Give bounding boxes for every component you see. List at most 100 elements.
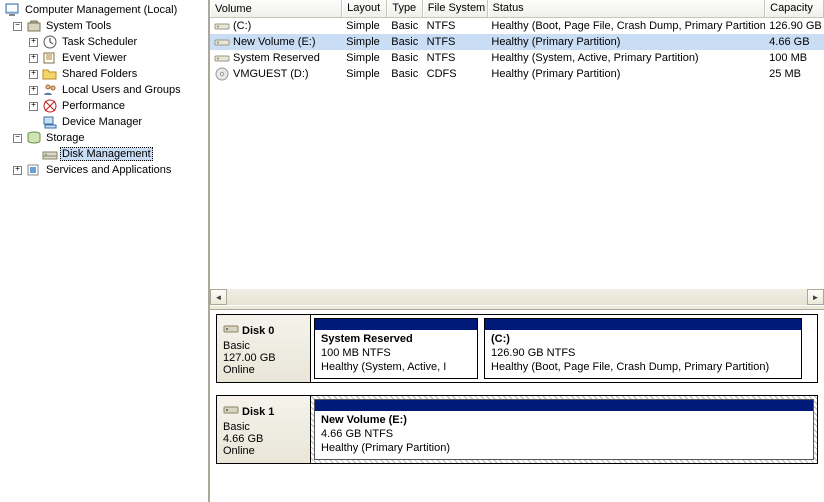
disk-icon [223, 402, 239, 421]
drive-icon [214, 50, 230, 66]
col-header-capacity[interactable]: Capacity [765, 0, 824, 17]
volume-capacity: 25 MB [765, 67, 824, 81]
partition-size: 126.90 GB NTFS [491, 346, 795, 360]
volume-name: New Volume (E:) [233, 36, 316, 48]
partition-color-bar [485, 319, 801, 330]
volume-status: Healthy (System, Active, Primary Partiti… [487, 51, 765, 65]
collapse-icon[interactable]: − [13, 134, 22, 143]
disk-block[interactable]: Disk 0 Basic127.00 GBOnline System Reserve… [216, 314, 818, 383]
volume-name: VMGUEST (D:) [233, 68, 309, 80]
tree-item-systools[interactable]: − System Tools [0, 18, 208, 34]
disk-mgmt-icon [42, 146, 58, 162]
users-icon [42, 82, 58, 98]
volume-capacity: 4.66 GB [765, 35, 824, 49]
device-icon [42, 114, 58, 130]
disk-status: Online [223, 445, 304, 457]
volume-capacity: 126.90 GB [765, 19, 824, 33]
tree-item-performance[interactable]: + Performance [0, 98, 208, 114]
storage-icon [26, 130, 42, 146]
expand-icon[interactable]: + [29, 102, 38, 111]
expand-icon[interactable]: + [29, 70, 38, 79]
partition-color-bar [315, 319, 477, 330]
disk-size: 127.00 GB [223, 352, 304, 364]
col-header-status[interactable]: Status [488, 0, 766, 17]
disk-type: Basic [223, 340, 304, 352]
tree-item-shared-folders[interactable]: + Shared Folders [0, 66, 208, 82]
col-header-filesystem[interactable]: File System [423, 0, 488, 17]
partition[interactable]: New Volume (E:)4.66 GB NTFSHealthy (Prim… [314, 399, 814, 460]
cd-icon [214, 66, 230, 82]
disk-block[interactable]: Disk 1 Basic4.66 GBOnline New Volume (E:)4… [216, 395, 818, 464]
volume-name: (C:) [233, 20, 251, 32]
scroll-track[interactable] [227, 289, 807, 305]
volume-status: Healthy (Boot, Page File, Crash Dump, Pr… [487, 19, 765, 33]
volume-row[interactable]: System ReservedSimpleBasicNTFSHealthy (S… [210, 50, 824, 66]
volume-row[interactable]: (C:)SimpleBasicNTFSHealthy (Boot, Page F… [210, 18, 824, 34]
partition-body: System Reserved100 MB NTFSHealthy (Syste… [315, 330, 477, 378]
col-header-volume[interactable]: Volume [210, 0, 342, 17]
expand-icon[interactable]: + [29, 86, 38, 95]
volume-name: System Reserved [233, 52, 320, 64]
disk-size: 4.66 GB [223, 433, 304, 445]
tree-item-storage[interactable]: − Storage [0, 130, 208, 146]
tree-item-users[interactable]: + Local Users and Groups [0, 82, 208, 98]
expand-icon[interactable]: + [29, 38, 38, 47]
tree-item-disk-management[interactable]: Disk Management [0, 146, 208, 162]
partition-body: (C:)126.90 GB NTFSHealthy (Boot, Page Fi… [485, 330, 801, 378]
disk-partitions: New Volume (E:)4.66 GB NTFSHealthy (Prim… [311, 396, 817, 463]
computer-icon [5, 2, 21, 18]
tree-item-device-manager[interactable]: Device Manager [0, 114, 208, 130]
volume-status: Healthy (Primary Partition) [487, 67, 765, 81]
volume-row[interactable]: VMGUEST (D:)SimpleBasicCDFSHealthy (Prim… [210, 66, 824, 82]
tree-item-task-scheduler[interactable]: + Task Scheduler [0, 34, 208, 50]
partition-title: (C:) [491, 332, 795, 346]
volume-type: Basic [387, 35, 422, 49]
disk-graphical-view: Disk 0Basic127.00 GBOnlineSystem Reserve… [210, 310, 824, 502]
volume-filesystem: NTFS [423, 35, 488, 49]
volume-capacity: 100 MB [765, 51, 824, 65]
partition-body: New Volume (E:)4.66 GB NTFSHealthy (Prim… [315, 411, 813, 459]
partition-title: System Reserved [321, 332, 471, 346]
partition-size: 4.66 GB NTFS [321, 427, 807, 441]
disk-type: Basic [223, 421, 304, 433]
disk-info: Disk 0 Basic127.00 GBOnline [217, 315, 311, 382]
partition[interactable]: (C:)126.90 GB NTFSHealthy (Boot, Page Fi… [484, 318, 802, 379]
expand-icon[interactable]: + [29, 54, 38, 63]
volume-layout: Simple [342, 51, 387, 65]
tree-item-services[interactable]: + Services and Applications [0, 162, 208, 178]
tools-icon [26, 18, 42, 34]
tree-item-root[interactable]: Computer Management (Local) [0, 2, 208, 18]
volume-list: Volume Layout Type File System Status Ca… [210, 0, 824, 305]
volume-filesystem: NTFS [423, 51, 488, 65]
volume-filesystem: CDFS [423, 67, 488, 81]
scroll-left-button[interactable]: ◄ [210, 289, 227, 305]
disk-partitions: System Reserved100 MB NTFSHealthy (Syste… [311, 315, 817, 382]
horizontal-scrollbar[interactable]: ◄ ► [210, 288, 824, 305]
drive-icon [214, 18, 230, 34]
volume-type: Basic [387, 67, 422, 81]
col-header-layout[interactable]: Layout [342, 0, 387, 17]
disk-id: Disk 0 [242, 325, 274, 337]
partition-title: New Volume (E:) [321, 413, 807, 427]
volume-layout: Simple [342, 19, 387, 33]
partition-status: Healthy (Primary Partition) [321, 441, 807, 455]
disk-id: Disk 1 [242, 406, 274, 418]
volume-type: Basic [387, 19, 422, 33]
nav-tree: Computer Management (Local) − System Too… [0, 0, 210, 502]
col-header-type[interactable]: Type [387, 0, 422, 17]
partition-size: 100 MB NTFS [321, 346, 471, 360]
scroll-right-button[interactable]: ► [807, 289, 824, 305]
partition-color-bar [315, 400, 813, 411]
collapse-icon[interactable]: − [13, 22, 22, 31]
partition-status: Healthy (System, Active, I [321, 360, 471, 374]
expand-icon[interactable]: + [13, 166, 22, 175]
tree-item-event-viewer[interactable]: + Event Viewer [0, 50, 208, 66]
partition[interactable]: System Reserved100 MB NTFSHealthy (Syste… [314, 318, 478, 379]
performance-icon [42, 98, 58, 114]
disk-icon [223, 321, 239, 340]
shared-folder-icon [42, 66, 58, 82]
volume-status: Healthy (Primary Partition) [487, 35, 765, 49]
volume-list-header: Volume Layout Type File System Status Ca… [210, 0, 824, 18]
disk-status: Online [223, 364, 304, 376]
volume-row[interactable]: New Volume (E:)SimpleBasicNTFSHealthy (P… [210, 34, 824, 50]
